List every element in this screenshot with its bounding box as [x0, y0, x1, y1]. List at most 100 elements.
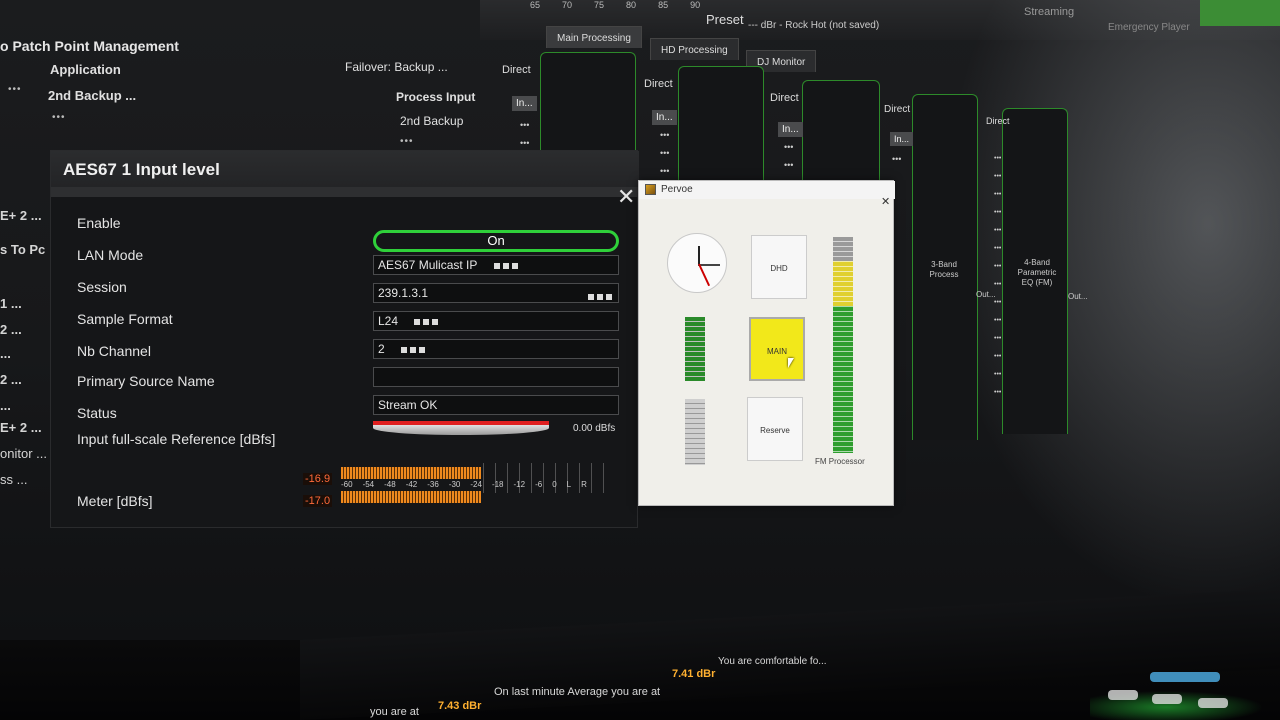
meter-scale-tick: -6: [535, 480, 543, 489]
tab-streaming[interactable]: Streaming: [1024, 6, 1074, 18]
row-application[interactable]: Application: [50, 62, 121, 77]
clock-icon: [667, 233, 727, 293]
lan-mode-field[interactable]: AES67 Mulicast IP: [373, 255, 619, 275]
main-button[interactable]: MAIN: [749, 317, 805, 381]
preset-label[interactable]: Preset: [706, 12, 744, 27]
vu-tick: 75: [594, 0, 605, 10]
status-value-current: 7.43 dBr: [438, 700, 482, 712]
patch-point-title: o Patch Point Management: [0, 38, 179, 54]
row-2nd-backup[interactable]: 2nd Backup ...: [48, 88, 136, 103]
status-prefix: you are at: [370, 706, 419, 718]
meter-scale-tick: L: [566, 480, 572, 489]
lan-mode-label: LAN Mode: [77, 247, 144, 263]
input-button[interactable]: In...: [890, 132, 914, 146]
side-label: ...: [0, 346, 11, 361]
direct-label[interactable]: Direct: [644, 78, 673, 90]
direct-label[interactable]: Direct: [770, 92, 799, 104]
input-button[interactable]: In...: [512, 96, 537, 111]
side-label: ...: [0, 398, 11, 413]
proc-4band-eq[interactable]: 4-Band Parametric EQ (FM): [1012, 258, 1062, 288]
reference-slider[interactable]: [373, 421, 549, 435]
side-label: 1 ...: [0, 296, 22, 311]
proc-3band[interactable]: 3-Band Process: [922, 260, 966, 280]
vu-tick: 85: [658, 0, 669, 10]
primary-source-field[interactable]: [373, 367, 619, 387]
dots-icon: ••• ••• ••• ••• ••• ••• ••• ••• ••• ••• ••• ••• ••• •…: [994, 155, 1002, 396]
enable-toggle[interactable]: On: [373, 230, 619, 252]
primary-source-label: Primary Source Name: [77, 373, 215, 389]
pervoe-title: Pervoe: [661, 184, 693, 195]
failover-label[interactable]: Failover: Backup ...: [345, 60, 448, 74]
meter-label: Meter [dBfs]: [77, 493, 153, 509]
dots-icon: ••• •••: [784, 142, 794, 170]
meter-scale-tick: -24: [470, 480, 482, 489]
keyboard-key: [1198, 698, 1228, 708]
vu-scale: 65 70 75 80 85 90: [530, 0, 700, 10]
more-icon[interactable]: [491, 258, 518, 272]
nb-channel-field[interactable]: 2: [373, 339, 619, 359]
dots-icon: •••: [892, 154, 902, 164]
vu-tick: 80: [626, 0, 637, 10]
session-value: 239.1.3.1: [378, 286, 429, 300]
enable-label: Enable: [77, 215, 121, 231]
meter-scale-tick: -48: [384, 480, 396, 489]
pervoe-title-bar[interactable]: Pervoe: [639, 181, 895, 199]
nb-channel-value: 2: [378, 342, 385, 356]
dialog-subbar: [51, 187, 639, 197]
direct-label[interactable]: Direct: [502, 64, 531, 76]
close-icon[interactable]: ✕: [617, 186, 635, 208]
side-label: 2 ...: [0, 322, 22, 337]
pervoe-window: Pervoe ✕ DHD MAIN Reserve FM Processor: [638, 180, 895, 506]
meter-scale-tick: -30: [448, 480, 461, 489]
process-input-label[interactable]: Process Input: [396, 90, 475, 104]
meter-scale-tick: -36: [427, 480, 439, 489]
meter-scale-tick: -60: [341, 480, 353, 489]
dhd-button[interactable]: DHD: [751, 235, 807, 299]
mouse-cursor: [788, 358, 794, 368]
sample-format-label: Sample Format: [77, 311, 173, 327]
input-meter: [685, 317, 705, 381]
dots-icon: •••••••••: [660, 130, 670, 176]
session-field[interactable]: 239.1.3.1: [373, 283, 619, 303]
output-label[interactable]: Out...: [1068, 292, 1088, 302]
direct-label[interactable]: Direct: [884, 104, 910, 115]
clock-hand: [698, 263, 711, 287]
more-icon[interactable]: [398, 342, 426, 356]
vu-tick: 65: [530, 0, 541, 10]
main-label: MAIN: [767, 347, 787, 356]
side-label: onitor ...: [0, 446, 47, 461]
tab-main-processing[interactable]: Main Processing: [546, 26, 642, 48]
preset-value[interactable]: --- dBr - Rock Hot (not saved): [748, 20, 879, 31]
output-label[interactable]: Out...: [976, 290, 996, 300]
session-label: Session: [77, 279, 127, 295]
dialog-title: AES67 1 Input level: [63, 160, 220, 179]
fm-processor-meter: [833, 237, 853, 453]
vu-tick: 70: [562, 0, 573, 10]
meter-scale-tick: R: [581, 480, 587, 489]
status-label: Status: [77, 405, 117, 421]
direct-label[interactable]: Direct: [986, 116, 1010, 126]
meter-scale-tick: -18: [491, 480, 504, 489]
tab-emergency-player[interactable]: Emergency Player: [1108, 22, 1190, 33]
more-icon[interactable]: [585, 289, 612, 303]
side-label: E+ 2 ...: [0, 208, 42, 223]
input-button[interactable]: In...: [778, 122, 803, 137]
dots-icon: •••: [8, 84, 22, 95]
status-value-average: 7.41 dBr: [672, 668, 716, 680]
fm-processor-label: FM Processor: [815, 457, 865, 466]
keyboard-key: [1108, 690, 1138, 700]
keyboard-key: [1152, 694, 1182, 704]
lan-mode-value: AES67 Mulicast IP: [378, 258, 478, 272]
meter-scale-tick: -12: [513, 480, 526, 489]
reserve-meter: [685, 399, 705, 465]
tab-hd-processing[interactable]: HD Processing: [650, 38, 739, 60]
meter-scale-tick: -54: [362, 480, 375, 489]
side-label: 2 ...: [0, 372, 22, 387]
reserve-button[interactable]: Reserve: [747, 397, 803, 461]
sample-format-field[interactable]: L24: [373, 311, 619, 331]
close-icon[interactable]: ✕: [881, 195, 890, 208]
meter-bar-ch1: [341, 467, 481, 479]
second-backup-option[interactable]: 2nd Backup: [400, 114, 463, 128]
input-button[interactable]: In...: [652, 110, 677, 125]
more-icon[interactable]: [411, 314, 439, 328]
